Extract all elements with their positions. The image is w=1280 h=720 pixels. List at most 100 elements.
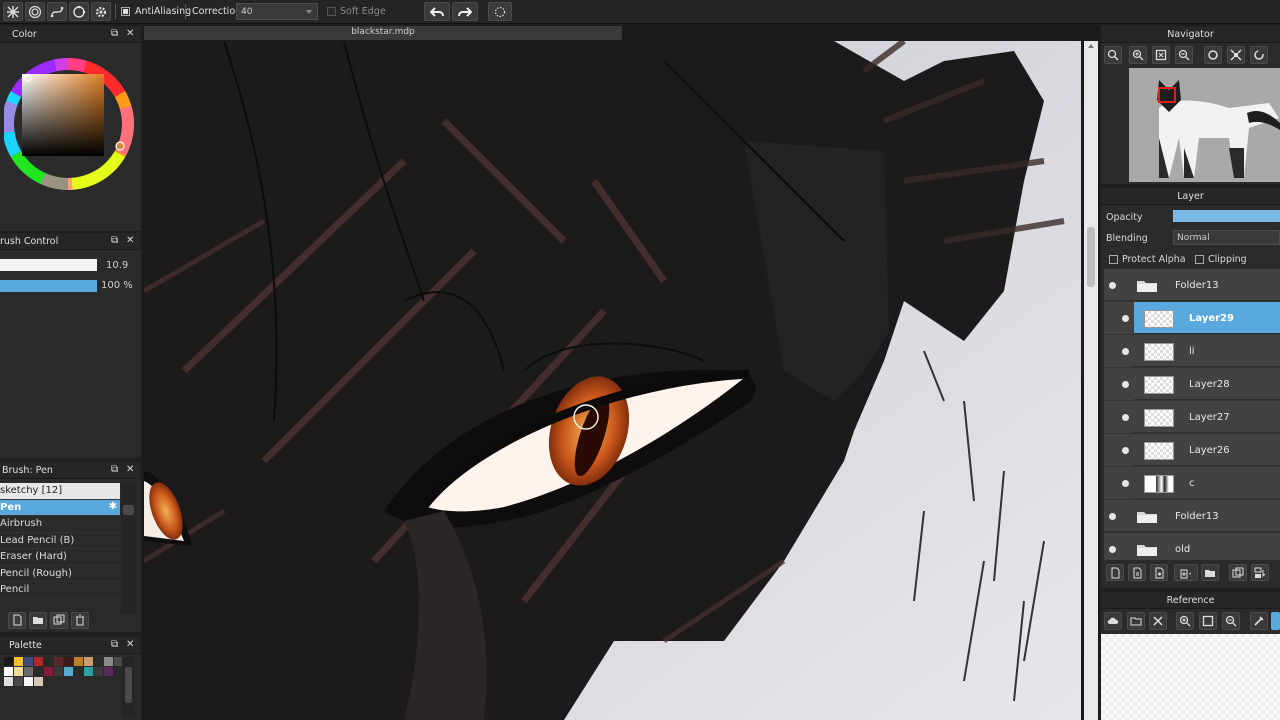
palette-swatch[interactable] bbox=[4, 657, 13, 666]
palette-swatch[interactable] bbox=[24, 677, 33, 686]
zoom-in-button[interactable] bbox=[1129, 46, 1147, 64]
reference-zoom-out-button[interactable] bbox=[1222, 612, 1240, 630]
blending-mode-dropdown[interactable]: Normal bbox=[1173, 230, 1280, 245]
brush-item[interactable]: Airbrush bbox=[0, 516, 120, 533]
popout-icon[interactable]: ⧉ bbox=[111, 236, 120, 246]
layer-row[interactable]: c bbox=[1104, 467, 1280, 499]
canvas-vertical-scrollbar[interactable] bbox=[1084, 41, 1098, 720]
rotate-left-button[interactable] bbox=[1204, 46, 1222, 64]
correction-dropdown[interactable]: 40 bbox=[236, 3, 318, 20]
palette-swatch[interactable] bbox=[64, 667, 73, 676]
layer-row[interactable]: Layer28 bbox=[1104, 368, 1280, 400]
scrollbar-thumb[interactable] bbox=[123, 505, 134, 515]
redo-button[interactable] bbox=[452, 2, 478, 21]
new-tone-layer-button[interactable] bbox=[1150, 564, 1168, 581]
brush-opacity-slider[interactable] bbox=[0, 280, 97, 292]
new-folder-button[interactable] bbox=[1201, 564, 1219, 581]
visibility-eye-icon[interactable] bbox=[1109, 513, 1116, 520]
palette-swatch[interactable] bbox=[44, 667, 53, 676]
brush-settings-gear-icon[interactable]: ✱ bbox=[109, 501, 117, 512]
palette-swatch[interactable] bbox=[4, 677, 13, 686]
brush-item[interactable]: Eraser (Hard) bbox=[0, 549, 120, 566]
palette-swatch[interactable] bbox=[94, 657, 103, 666]
visibility-eye-icon[interactable] bbox=[1122, 348, 1129, 355]
layer-row[interactable]: li bbox=[1104, 335, 1280, 367]
brush-folder-button[interactable] bbox=[29, 611, 47, 629]
brush-delete-button[interactable] bbox=[71, 611, 89, 629]
reference-pin-button[interactable] bbox=[1271, 612, 1280, 630]
palette-swatch[interactable] bbox=[4, 667, 13, 676]
duplicate-layer-button[interactable] bbox=[1229, 564, 1247, 581]
brush-add-button[interactable] bbox=[8, 611, 26, 629]
protect-alpha-checkbox[interactable] bbox=[1109, 255, 1118, 264]
layer-folder-row[interactable]: old bbox=[1104, 533, 1280, 560]
rotate-right-button[interactable] bbox=[1250, 46, 1268, 64]
palette-swatch[interactable] bbox=[94, 667, 103, 676]
brush-size-slider[interactable] bbox=[0, 259, 97, 271]
curve-ruler-icon[interactable] bbox=[47, 2, 67, 21]
close-icon[interactable]: ✕ bbox=[126, 640, 135, 650]
palette-swatch[interactable] bbox=[34, 657, 43, 666]
palette-swatch[interactable] bbox=[44, 657, 53, 666]
close-icon[interactable]: ✕ bbox=[126, 236, 135, 246]
undo-button[interactable] bbox=[424, 2, 450, 21]
brush-list-scrollbar[interactable] bbox=[121, 483, 136, 614]
zoom-out-button[interactable] bbox=[1175, 46, 1193, 64]
popout-icon[interactable]: ⧉ bbox=[111, 29, 120, 39]
soft-edge-checkbox[interactable] bbox=[327, 7, 336, 16]
new-layer-button[interactable] bbox=[1106, 564, 1124, 581]
visibility-eye-icon[interactable] bbox=[1122, 480, 1129, 487]
actual-size-button[interactable] bbox=[1227, 46, 1245, 64]
palette-swatch[interactable] bbox=[84, 667, 93, 676]
reference-upload-button[interactable] bbox=[1104, 612, 1122, 630]
scroll-up-arrow-icon[interactable] bbox=[1088, 44, 1094, 48]
clipping-checkbox[interactable] bbox=[1195, 255, 1204, 264]
layer-row[interactable]: Layer29 bbox=[1104, 302, 1280, 334]
layer-opacity-slider[interactable] bbox=[1173, 210, 1280, 222]
close-icon[interactable]: ✕ bbox=[126, 465, 135, 475]
reference-close-button[interactable] bbox=[1149, 612, 1167, 630]
palette-swatch[interactable] bbox=[14, 657, 23, 666]
layer-row[interactable]: Layer27 bbox=[1104, 401, 1280, 433]
ellipse-ruler-icon[interactable] bbox=[69, 2, 89, 21]
new-halftone-layer-button[interactable] bbox=[1128, 564, 1146, 581]
brush-item[interactable]: Lead Pencil (B) bbox=[0, 533, 120, 549]
antialias-brush-icon[interactable] bbox=[3, 2, 23, 21]
visibility-eye-icon[interactable] bbox=[1122, 447, 1129, 454]
popout-icon[interactable]: ⧉ bbox=[111, 465, 120, 475]
palette-swatch[interactable] bbox=[64, 657, 73, 666]
palette-swatch[interactable] bbox=[104, 657, 113, 666]
scrollbar-thumb[interactable] bbox=[1087, 227, 1095, 287]
brush-item[interactable]: sketchy [12] bbox=[0, 483, 120, 500]
document-tab[interactable]: blackstar.mdp bbox=[144, 26, 622, 40]
add-layer-menu-button[interactable] bbox=[1174, 564, 1198, 581]
layer-row[interactable]: Layer26 bbox=[1104, 434, 1280, 466]
reference-eyedropper-button[interactable] bbox=[1250, 612, 1268, 630]
reference-open-button[interactable] bbox=[1127, 612, 1145, 630]
brush-item[interactable]: Pencil (Rough) bbox=[0, 566, 120, 582]
close-icon[interactable]: ✕ bbox=[126, 29, 135, 39]
scrollbar-thumb[interactable] bbox=[125, 667, 132, 703]
palette-swatch[interactable] bbox=[84, 657, 93, 666]
palette-swatch[interactable] bbox=[14, 677, 23, 686]
reference-fit-button[interactable] bbox=[1199, 612, 1217, 630]
reference-zoom-in-button[interactable] bbox=[1176, 612, 1194, 630]
layer-folder-row[interactable]: Folder13 bbox=[1104, 500, 1280, 532]
palette-swatch[interactable] bbox=[24, 667, 33, 676]
reference-image-area[interactable] bbox=[1101, 634, 1280, 720]
palette-scrollbar[interactable] bbox=[122, 657, 135, 717]
palette-swatch[interactable] bbox=[54, 667, 63, 676]
navigator-preview[interactable] bbox=[1129, 68, 1280, 182]
palette-swatch[interactable] bbox=[24, 657, 33, 666]
palette-swatch[interactable] bbox=[74, 667, 83, 676]
fit-window-button[interactable] bbox=[1152, 46, 1170, 64]
popout-icon[interactable]: ⧉ bbox=[111, 640, 120, 650]
palette-swatch[interactable] bbox=[74, 657, 83, 666]
palette-swatch[interactable] bbox=[34, 677, 43, 686]
brush-duplicate-button[interactable] bbox=[50, 611, 68, 629]
visibility-eye-icon[interactable] bbox=[1122, 414, 1129, 421]
merge-layer-button[interactable] bbox=[1251, 564, 1269, 581]
deselect-button[interactable] bbox=[488, 2, 512, 21]
visibility-eye-icon[interactable] bbox=[1109, 282, 1116, 289]
visibility-eye-icon[interactable] bbox=[1109, 546, 1116, 553]
